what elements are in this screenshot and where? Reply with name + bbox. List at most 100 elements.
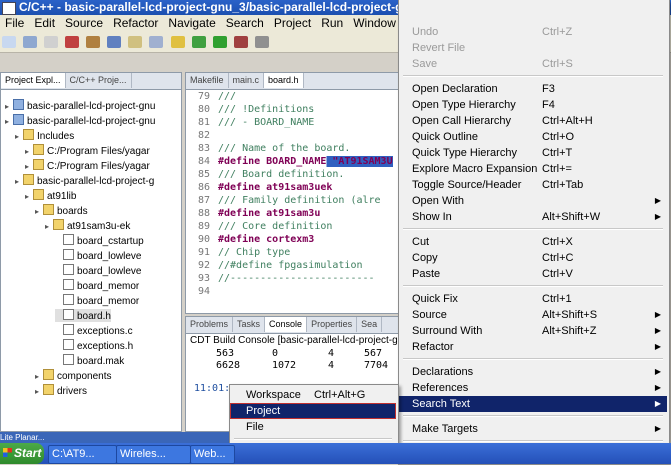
tree-item[interactable]: ▸ drivers xyxy=(35,384,87,397)
run-icon[interactable] xyxy=(212,36,227,48)
menu-item-open-type-hierarchy[interactable]: Open Type Hierarchy F4 xyxy=(399,97,667,113)
menu-navigate[interactable]: Navigate xyxy=(163,15,220,32)
start-button[interactable]: Start xyxy=(0,443,44,464)
search-icon[interactable] xyxy=(170,36,185,48)
menu-item-make-targets[interactable]: Make Targets ▶ xyxy=(399,421,667,437)
tab-project-explorer[interactable]: Project Expl... xyxy=(1,73,66,88)
tree-item[interactable]: board_lowleve xyxy=(55,249,142,262)
menu-refactor[interactable]: Refactor xyxy=(108,15,163,32)
menu-item-quick-outline[interactable]: Quick Outline Ctrl+O xyxy=(399,129,667,145)
menu-item-source[interactable]: Source Alt+Shift+S ▶ xyxy=(399,307,667,323)
expand-toggle-icon[interactable]: ▸ xyxy=(15,130,23,143)
hammer-icon[interactable] xyxy=(86,36,101,48)
menu-item-show-in[interactable]: Show In Alt+Shift+W ▶ xyxy=(399,209,667,225)
tab-tasks[interactable]: Tasks xyxy=(233,317,266,332)
new-project-icon[interactable] xyxy=(107,36,122,48)
submenu-item-workspace[interactable]: Workspace Ctrl+Alt+G xyxy=(230,387,396,403)
menu-item-quick-type-hierarchy[interactable]: Quick Type Hierarchy Ctrl+T xyxy=(399,145,667,161)
tree-item[interactable]: ▸ components xyxy=(35,369,111,382)
tab-properties[interactable]: Properties xyxy=(307,317,358,332)
menu-item-label: Toggle Source/Header xyxy=(412,179,522,191)
tab-makefile[interactable]: Makefile xyxy=(186,73,229,88)
print-icon[interactable] xyxy=(44,36,59,48)
expand-toggle-icon[interactable]: ▸ xyxy=(15,175,23,188)
menu-edit[interactable]: Edit xyxy=(29,15,60,32)
status-bar: Lite Planar... xyxy=(0,432,231,443)
tab-main-c[interactable]: main.c xyxy=(229,73,265,88)
menu-item-undo[interactable]: Undo Ctrl+Z xyxy=(399,24,667,40)
tree-item[interactable]: ▸ at91sam3u-ek xyxy=(45,219,130,232)
menu-window[interactable]: Window xyxy=(348,15,401,32)
tree-item[interactable]: ▸ basic-parallel-lcd-project-gnu xyxy=(5,99,155,112)
new-icon[interactable] xyxy=(2,36,16,48)
external-tools-icon[interactable] xyxy=(233,36,248,48)
menu-item-paste[interactable]: Paste Ctrl+V xyxy=(399,266,667,282)
expand-toggle-icon[interactable]: ▸ xyxy=(25,190,33,203)
expand-toggle-icon[interactable]: ▸ xyxy=(5,115,13,128)
menu-item-quick-fix[interactable]: Quick Fix Ctrl+1 xyxy=(399,291,667,307)
new-folder-icon[interactable] xyxy=(128,36,143,48)
menu-project[interactable]: Project xyxy=(269,15,316,32)
tree-item[interactable]: ▸ at91lib xyxy=(25,189,76,202)
expand-toggle-icon[interactable]: ▸ xyxy=(5,100,13,113)
menu-item-open-call-hierarchy[interactable]: Open Call Hierarchy Ctrl+Alt+H xyxy=(399,113,667,129)
navigate-icon[interactable] xyxy=(254,36,269,48)
menu-run[interactable]: Run xyxy=(316,15,348,32)
tree-item-label: board.h xyxy=(77,311,111,322)
tab-search[interactable]: Sea xyxy=(357,317,383,332)
build-icon[interactable] xyxy=(65,36,80,48)
submenu-item-file[interactable]: File xyxy=(230,419,396,435)
menu-item-open-with[interactable]: Open With ▶ xyxy=(399,193,667,209)
tree-item[interactable]: board_lowleve xyxy=(55,264,142,277)
tab-console[interactable]: Console xyxy=(265,317,308,332)
taskbar-button-web[interactable]: Web... xyxy=(190,445,235,464)
menu-item-toggle-source-header[interactable]: Toggle Source/Header Ctrl+Tab xyxy=(399,177,667,193)
expand-toggle-icon[interactable]: ▸ xyxy=(35,370,43,383)
debug-icon[interactable] xyxy=(191,36,206,48)
tree-item[interactable]: board_memor xyxy=(55,279,139,292)
code-text: /// Board definition. xyxy=(218,169,345,180)
tree-item[interactable]: ▸ C:/Program Files/yagar xyxy=(25,159,150,172)
tab-cpp-projects[interactable]: C/C++ Proje... xyxy=(66,73,132,88)
tree-item[interactable]: board.mak xyxy=(55,354,124,367)
folder-icon xyxy=(33,189,44,200)
menu-item-cut[interactable]: Cut Ctrl+X xyxy=(399,234,667,250)
tree-item[interactable]: ▸ Includes xyxy=(15,129,74,142)
taskbar-button-explorer[interactable]: C:\AT9... xyxy=(48,445,117,464)
code-area[interactable]: 79 /// 80 /// !Definitions 81 /// - BOARD_NAM… xyxy=(186,90,398,312)
tree-item[interactable]: ▸ boards xyxy=(35,204,88,217)
new-class-icon[interactable] xyxy=(149,36,164,48)
tree-item[interactable]: exceptions.c xyxy=(55,324,133,337)
menu-item-explore-macro-expansion[interactable]: Explore Macro Expansion Ctrl+= xyxy=(399,161,667,177)
tree-item[interactable]: ▸ C:/Program Files/yagar xyxy=(25,144,150,157)
menu-item-open-declaration[interactable]: Open Declaration F3 xyxy=(399,81,667,97)
menu-item-revert-file[interactable]: Revert File xyxy=(399,40,667,56)
menu-item-copy[interactable]: Copy Ctrl+C xyxy=(399,250,667,266)
tree-item[interactable]: ▸ basic-parallel-lcd-project-g xyxy=(15,174,154,187)
tab-board-h[interactable]: board.h xyxy=(264,73,304,88)
menu-search[interactable]: Search xyxy=(221,15,269,32)
tree-item[interactable]: board.h xyxy=(55,309,111,322)
tab-problems[interactable]: Problems xyxy=(186,317,234,332)
expand-toggle-icon[interactable]: ▸ xyxy=(35,385,43,398)
submenu-item-project[interactable]: Project xyxy=(230,403,396,419)
taskbar-button-wireless[interactable]: Wireles... xyxy=(116,445,191,464)
menu-item-save[interactable]: Save Ctrl+S xyxy=(399,56,667,72)
tree-item[interactable]: ▸ basic-parallel-lcd-project-gnu xyxy=(5,114,155,127)
menu-item-declarations[interactable]: Declarations ▶ xyxy=(399,364,667,380)
expand-toggle-icon[interactable]: ▸ xyxy=(35,205,43,218)
menu-item-surround-with[interactable]: Surround With Alt+Shift+Z ▶ xyxy=(399,323,667,339)
tree-item[interactable]: exceptions.h xyxy=(55,339,133,352)
code-text: /// Name of the board. xyxy=(218,143,351,154)
tree-item[interactable]: board_memor xyxy=(55,294,139,307)
menu-item-references[interactable]: References ▶ xyxy=(399,380,667,396)
menu-item-refactor[interactable]: Refactor ▶ xyxy=(399,339,667,355)
menu-item-search-text[interactable]: Search Text ▶ xyxy=(399,396,667,412)
expand-toggle-icon[interactable]: ▸ xyxy=(25,160,33,173)
expand-toggle-icon[interactable]: ▸ xyxy=(45,220,53,233)
expand-toggle-icon[interactable]: ▸ xyxy=(25,145,33,158)
save-icon[interactable] xyxy=(23,36,38,48)
menu-source[interactable]: Source xyxy=(60,15,108,32)
tree-item[interactable]: board_cstartup xyxy=(55,234,144,247)
menu-file[interactable]: File xyxy=(0,15,29,32)
